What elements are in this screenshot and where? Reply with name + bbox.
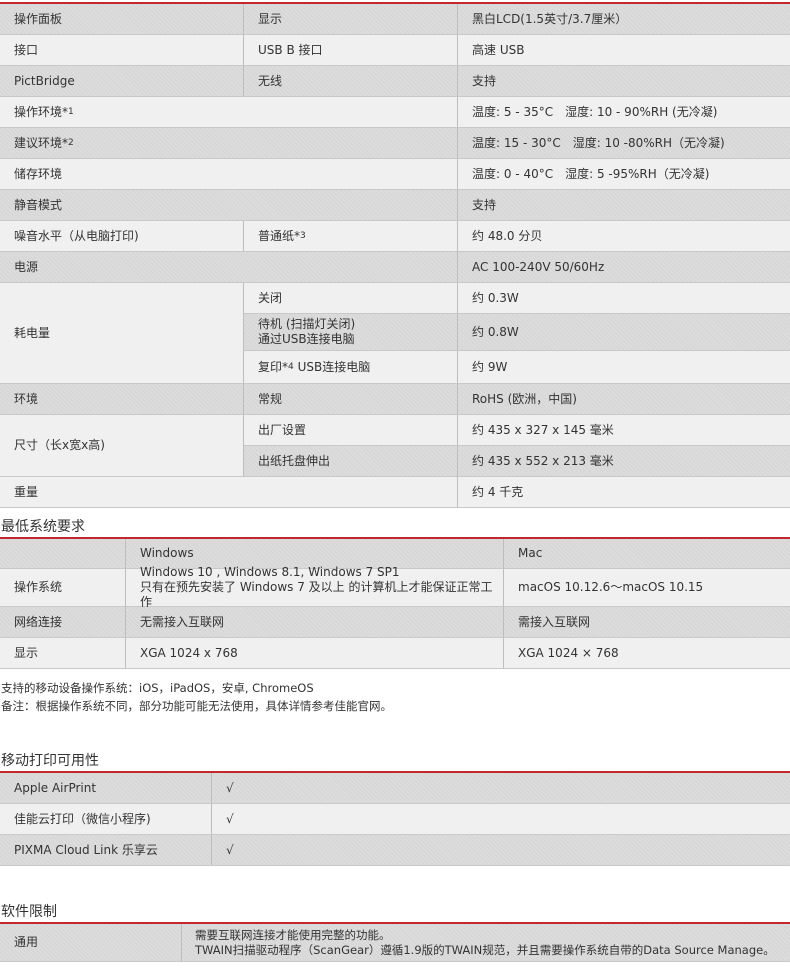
- software-table: 通用 需要互联网连接才能使用完整的功能。 TWAIN扫描驱动程序（ScanGear…: [0, 924, 790, 964]
- sys-os-windows: Windows 10 , Windows 8.1, Windows 7 SP1 只…: [126, 565, 504, 609]
- spec-value: 约 435 x 327 x 145 毫米: [458, 415, 790, 446]
- sys-display-mac: XGA 1024 × 768: [504, 638, 790, 669]
- spec-value: AC 100-240V 50/60Hz: [458, 252, 790, 283]
- software-value: 需要互联网连接才能使用完整的功能。 TWAIN扫描驱动程序（ScanGear）遵循…: [182, 924, 790, 962]
- spec-value: 约 0.8W: [458, 314, 790, 351]
- check-mark-icon: √: [226, 780, 234, 795]
- spec-label: 操作环境* 1: [0, 97, 458, 128]
- spec-label-power: 耗电量: [0, 283, 244, 384]
- mobile-label: 佳能云打印（微信小程序): [0, 804, 212, 835]
- spec-value: 约 4 千克: [458, 477, 790, 508]
- check-mark-icon: √: [226, 842, 234, 857]
- mobile-printing-table: Apple AirPrint √ 佳能云打印（微信小程序) √ PIXMA Cl…: [0, 773, 790, 866]
- note-supported-os: 支持的移动设备操作系统：iOS，iPadOS，安卓, ChromeOS: [1, 681, 314, 695]
- mobile-value: √: [212, 835, 790, 866]
- spec-sublabel: 待机 (扫描灯关闭) 通过USB连接电脑: [244, 314, 458, 351]
- spec-sublabel: 出厂设置: [244, 415, 458, 446]
- spec-value: 约 9W: [458, 351, 790, 384]
- section-heading-software: 软件限制: [1, 904, 57, 920]
- spec-value: 约 48.0 分贝: [458, 221, 790, 252]
- spec-label-dimensions: 尺寸（长x宽x高): [0, 415, 244, 477]
- spec-sublabel: 复印* 4 USB连接电脑: [244, 351, 458, 384]
- mobile-value: √: [212, 804, 790, 835]
- sys-display-windows: XGA 1024 x 768: [126, 638, 504, 669]
- spec-label: 操作面板: [0, 4, 244, 35]
- spec-value: 高速 USB: [458, 35, 790, 66]
- spec-value: 温度: 15 - 30°C 湿度: 10 -80%RH（无冷凝): [458, 128, 790, 159]
- spec-value: 支持: [458, 66, 790, 97]
- spec-label: 环境: [0, 384, 244, 415]
- spec-label: 储存环境: [0, 159, 458, 190]
- mobile-label: Apple AirPrint: [0, 773, 212, 804]
- section-heading-mobile: 移动打印可用性: [1, 753, 99, 769]
- spec-sublabel: 无线: [244, 66, 458, 97]
- spec-label: 接口: [0, 35, 244, 66]
- spec-sublabel: 常规: [244, 384, 458, 415]
- check-mark-icon: √: [226, 811, 234, 826]
- spec-label: 重量: [0, 477, 458, 508]
- spec-sublabel: 普通纸* 3: [244, 221, 458, 252]
- sys-net-windows: 无需接入互联网: [126, 607, 504, 638]
- sys-net-mac: 需接入互联网: [504, 607, 790, 638]
- mobile-label: PIXMA Cloud Link 乐享云: [0, 835, 212, 866]
- spec-value: 黑白LCD(1.5英寸/3.7厘米）: [458, 4, 790, 35]
- spec-table: 操作面板 显示 黑白LCD(1.5英寸/3.7厘米） 接口 USB B 接口 高…: [0, 4, 790, 508]
- software-label: 通用: [0, 924, 182, 962]
- spec-value: 温度: 0 - 40°C 湿度: 5 -95%RH（无冷凝): [458, 159, 790, 190]
- spec-sublabel: 关闭: [244, 283, 458, 314]
- spec-label: 建议环境* 2: [0, 128, 458, 159]
- sys-os-mac: macOS 10.12.6～macOS 10.15: [504, 569, 790, 607]
- sys-label: 网络连接: [0, 607, 126, 638]
- spec-value: 支持: [458, 190, 790, 221]
- spec-label: 噪音水平（从电脑打印): [0, 221, 244, 252]
- spec-label: PictBridge: [0, 66, 244, 97]
- spec-sublabel: 显示: [244, 4, 458, 35]
- system-requirements-table: Windows Mac 操作系统 Windows 10 , Windows 8.…: [0, 539, 790, 669]
- spec-sublabel: USB B 接口: [244, 35, 458, 66]
- sys-header-blank: [0, 539, 126, 569]
- sys-label: 操作系统: [0, 569, 126, 607]
- note-remark: 备注：根据操作系统不同，部分功能可能无法使用，具体详情参考佳能官网。: [1, 699, 392, 713]
- spec-label: 电源: [0, 252, 458, 283]
- sys-header-mac: Mac: [504, 539, 790, 569]
- mobile-value: √: [212, 773, 790, 804]
- section-heading-system: 最低系统要求: [1, 519, 85, 535]
- spec-label: 静音模式: [0, 190, 458, 221]
- spec-value: 约 435 x 552 x 213 毫米: [458, 446, 790, 477]
- spec-value: 约 0.3W: [458, 283, 790, 314]
- spec-value: RoHS (欧洲，中国): [458, 384, 790, 415]
- spec-sublabel: 出纸托盘伸出: [244, 446, 458, 477]
- sys-label: 显示: [0, 638, 126, 669]
- spec-value: 温度: 5 - 35°C 湿度: 10 - 90%RH (无冷凝): [458, 97, 790, 128]
